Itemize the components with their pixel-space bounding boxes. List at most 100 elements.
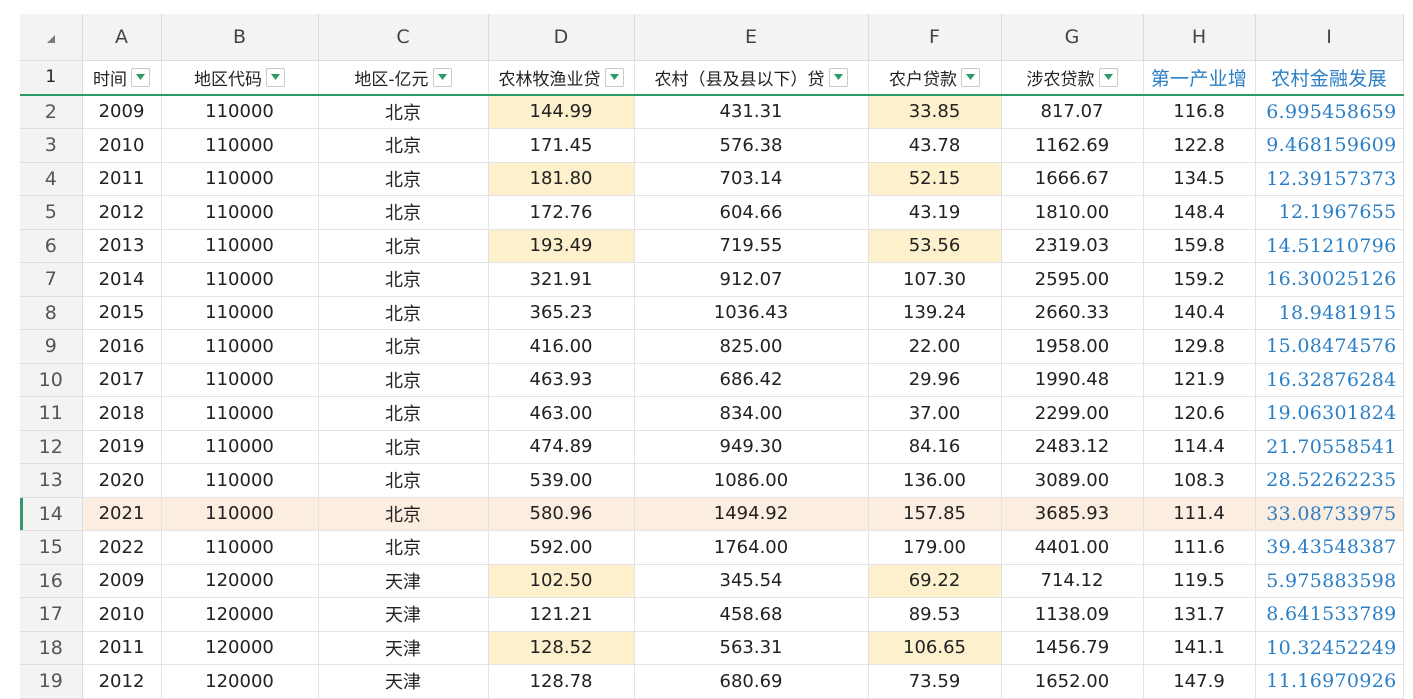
table-cell-b[interactable]: 110000 (161, 229, 319, 263)
table-cell-g[interactable]: 1456.79 (1001, 631, 1144, 665)
table-cell-a[interactable]: 2011 (82, 631, 162, 665)
filter-dropdown-icon[interactable] (432, 67, 452, 87)
table-cell-a[interactable]: 2018 (82, 396, 162, 431)
column-header-a[interactable]: A (82, 14, 162, 61)
column-header-c[interactable]: C (318, 14, 489, 61)
table-cell-i[interactable]: 8.641533789 (1255, 597, 1404, 632)
field-header-cell[interactable]: 时间 (82, 60, 162, 96)
table-cell-h[interactable]: 140.4 (1143, 296, 1256, 330)
table-cell-c[interactable]: 北京 (318, 195, 489, 230)
table-cell-f[interactable]: 106.65 (868, 631, 1002, 665)
filter-dropdown-icon[interactable] (1098, 67, 1118, 87)
table-cell-d[interactable]: 580.96 (488, 497, 635, 531)
table-cell-e[interactable]: 576.38 (634, 128, 869, 163)
table-cell-a[interactable]: 2012 (82, 195, 162, 230)
table-cell-g[interactable]: 4401.00 (1001, 530, 1144, 565)
table-cell-b[interactable]: 110000 (161, 329, 319, 364)
table-cell-h[interactable]: 114.4 (1143, 430, 1256, 464)
table-cell-f[interactable]: 84.16 (868, 430, 1002, 464)
table-cell-f[interactable]: 139.24 (868, 296, 1002, 330)
table-cell-i[interactable]: 21.70558541 (1255, 430, 1404, 464)
table-cell-a[interactable]: 2012 (82, 664, 162, 699)
table-cell-b[interactable]: 110000 (161, 262, 319, 297)
table-cell-g[interactable]: 1652.00 (1001, 664, 1144, 699)
table-cell-b[interactable]: 110000 (161, 195, 319, 230)
table-cell-f[interactable]: 33.85 (868, 94, 1002, 129)
table-cell-e[interactable]: 1086.00 (634, 463, 869, 498)
table-cell-a[interactable]: 2013 (82, 229, 162, 263)
table-cell-b[interactable]: 120000 (161, 664, 319, 699)
row-header[interactable]: 5 (20, 195, 83, 230)
table-cell-d[interactable]: 121.21 (488, 597, 635, 632)
table-cell-i[interactable]: 28.52262235 (1255, 463, 1404, 498)
table-cell-g[interactable]: 1666.67 (1001, 162, 1144, 196)
table-cell-i[interactable]: 15.08474576 (1255, 329, 1404, 364)
spreadsheet-grid[interactable]: A B C D E F G H I 1 时间 地区代码 地区-亿元 农林牧渔业贷 农村（县及县以下）贷 农户贷… (20, 14, 1404, 699)
table-cell-h[interactable]: 108.3 (1143, 463, 1256, 498)
table-cell-g[interactable]: 2483.12 (1001, 430, 1144, 464)
table-cell-i[interactable]: 11.16970926 (1255, 664, 1404, 699)
table-cell-e[interactable]: 912.07 (634, 262, 869, 297)
row-header[interactable]: 10 (20, 363, 83, 397)
table-cell-a[interactable]: 2009 (82, 94, 162, 129)
table-cell-d[interactable]: 321.91 (488, 262, 635, 297)
table-cell-g[interactable]: 1990.48 (1001, 363, 1144, 397)
table-cell-d[interactable]: 365.23 (488, 296, 635, 330)
table-cell-g[interactable]: 1138.09 (1001, 597, 1144, 632)
row-header[interactable]: 13 (20, 463, 83, 498)
table-cell-d[interactable]: 474.89 (488, 430, 635, 464)
table-cell-i[interactable]: 6.995458659 (1255, 94, 1404, 129)
table-cell-c[interactable]: 天津 (318, 597, 489, 632)
table-cell-g[interactable]: 2319.03 (1001, 229, 1144, 263)
table-cell-c[interactable]: 北京 (318, 363, 489, 397)
table-cell-i[interactable]: 16.32876284 (1255, 363, 1404, 397)
table-cell-b[interactable]: 110000 (161, 463, 319, 498)
table-cell-i[interactable]: 18.9481915 (1255, 296, 1404, 330)
table-cell-h[interactable]: 119.5 (1143, 564, 1256, 598)
table-cell-b[interactable]: 110000 (161, 128, 319, 163)
table-cell-e[interactable]: 604.66 (634, 195, 869, 230)
table-cell-d[interactable]: 128.78 (488, 664, 635, 699)
table-cell-h[interactable]: 129.8 (1143, 329, 1256, 364)
table-cell-f[interactable]: 69.22 (868, 564, 1002, 598)
table-cell-e[interactable]: 345.54 (634, 564, 869, 598)
table-cell-f[interactable]: 43.78 (868, 128, 1002, 163)
field-header-cell[interactable]: 农村金融发展 (1255, 60, 1404, 96)
table-cell-g[interactable]: 2299.00 (1001, 396, 1144, 431)
table-cell-h[interactable]: 131.7 (1143, 597, 1256, 632)
table-cell-f[interactable]: 179.00 (868, 530, 1002, 565)
column-header-b[interactable]: B (161, 14, 319, 61)
table-cell-h[interactable]: 121.9 (1143, 363, 1256, 397)
table-cell-c[interactable]: 北京 (318, 329, 489, 364)
table-cell-b[interactable]: 120000 (161, 564, 319, 598)
table-cell-e[interactable]: 680.69 (634, 664, 869, 699)
table-cell-i[interactable]: 10.32452249 (1255, 631, 1404, 665)
table-cell-f[interactable]: 22.00 (868, 329, 1002, 364)
table-cell-d[interactable]: 463.00 (488, 396, 635, 431)
table-cell-b[interactable]: 110000 (161, 162, 319, 196)
row-header[interactable]: 14 (20, 497, 83, 531)
table-cell-g[interactable]: 3089.00 (1001, 463, 1144, 498)
row-header[interactable]: 6 (20, 229, 83, 263)
table-cell-d[interactable]: 193.49 (488, 229, 635, 263)
table-cell-f[interactable]: 52.15 (868, 162, 1002, 196)
row-header[interactable]: 12 (20, 430, 83, 464)
table-cell-c[interactable]: 北京 (318, 162, 489, 196)
table-cell-d[interactable]: 539.00 (488, 463, 635, 498)
table-cell-f[interactable]: 37.00 (868, 396, 1002, 431)
table-cell-a[interactable]: 2022 (82, 530, 162, 565)
table-cell-i[interactable]: 12.1967655 (1255, 195, 1404, 230)
table-cell-d[interactable]: 592.00 (488, 530, 635, 565)
table-cell-h[interactable]: 116.8 (1143, 94, 1256, 129)
table-cell-a[interactable]: 2011 (82, 162, 162, 196)
table-cell-h[interactable]: 134.5 (1143, 162, 1256, 196)
table-cell-g[interactable]: 714.12 (1001, 564, 1144, 598)
table-cell-a[interactable]: 2014 (82, 262, 162, 297)
table-cell-d[interactable]: 416.00 (488, 329, 635, 364)
table-cell-g[interactable]: 2595.00 (1001, 262, 1144, 297)
table-cell-b[interactable]: 110000 (161, 94, 319, 129)
table-cell-i[interactable]: 12.39157373 (1255, 162, 1404, 196)
column-header-g[interactable]: G (1001, 14, 1144, 61)
table-cell-h[interactable]: 159.2 (1143, 262, 1256, 297)
table-cell-e[interactable]: 1036.43 (634, 296, 869, 330)
